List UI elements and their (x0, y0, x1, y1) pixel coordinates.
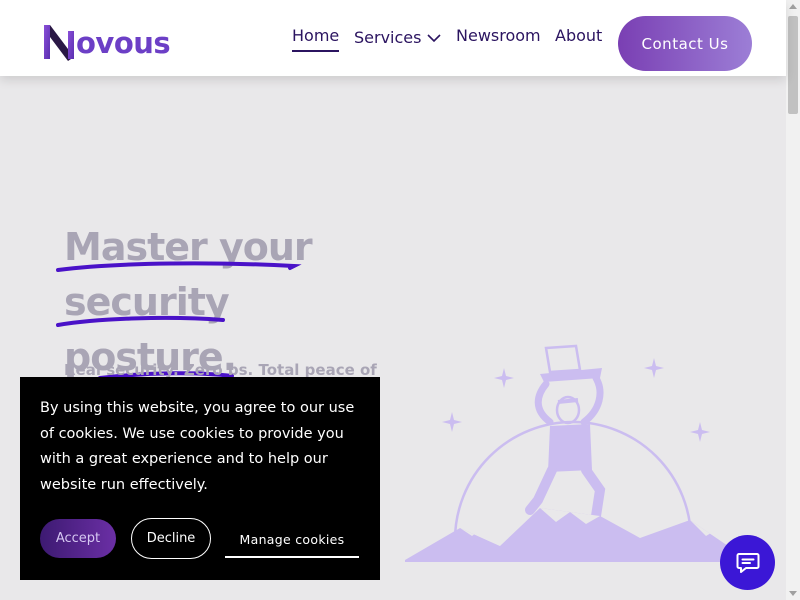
nav-home[interactable]: Home (292, 26, 340, 52)
logo-mark-icon (44, 25, 74, 61)
scroll-up-arrow-icon[interactable] (789, 4, 797, 9)
chevron-down-icon (427, 33, 442, 42)
contact-us-button[interactable]: Contact Us (618, 16, 752, 71)
scroll-thumb[interactable] (788, 16, 798, 114)
nav-services-label: Services (354, 28, 422, 47)
cookie-banner-text: By using this website, you agree to our … (40, 400, 355, 493)
site-header: ovous Home Services Newsroom About Conta… (0, 0, 786, 76)
nav-newsroom[interactable]: Newsroom (456, 26, 541, 45)
hero-title-line-2: security (64, 280, 230, 324)
manage-cookies-button[interactable]: Manage cookies (225, 523, 359, 558)
scroll-down-arrow-icon[interactable] (789, 591, 797, 596)
chat-icon (736, 552, 759, 573)
logo[interactable]: ovous (40, 20, 171, 64)
decline-cookies-button[interactable]: Decline (131, 518, 211, 559)
nav-services[interactable]: Services (354, 28, 442, 47)
nav-home-label: Home (292, 26, 340, 45)
accept-cookies-button[interactable]: Accept (40, 519, 116, 558)
hero-title-line-1: Master your (64, 225, 313, 269)
cookie-banner: By using this website, you agree to our … (20, 377, 380, 580)
logo-text: ovous (76, 26, 171, 60)
chat-button[interactable] (720, 535, 775, 590)
scrollbar[interactable] (786, 0, 800, 600)
nav-home-underline (292, 50, 340, 52)
mountain-climber-illustration (405, 344, 750, 562)
nav-about[interactable]: About (555, 26, 602, 45)
